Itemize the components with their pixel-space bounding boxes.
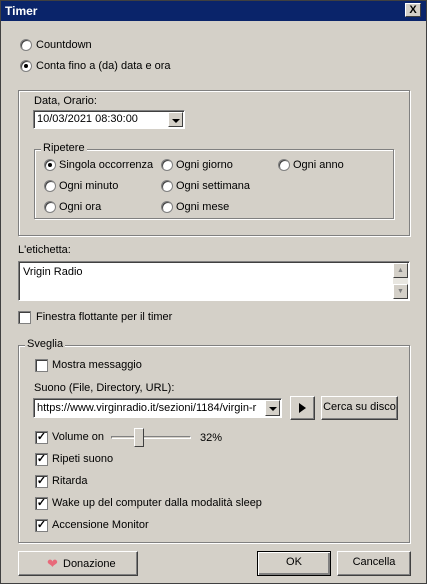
datetime-value: 10/03/2021 08:30:00 — [37, 113, 138, 125]
scroll-up-icon[interactable]: ▲ — [393, 263, 408, 278]
countdown-label: Countdown — [36, 39, 92, 51]
show-message-checkbox[interactable] — [35, 359, 48, 372]
count-to-date-label: Conta fino a (da) data e ora — [36, 60, 171, 72]
play-button[interactable] — [290, 396, 315, 420]
repeat-once-label: Singola occorrenza — [59, 159, 154, 171]
count-to-date-radio[interactable] — [20, 60, 32, 72]
label-scrollbar[interactable]: ▲ ▼ — [393, 263, 408, 299]
repeat-monthly-label: Ogni mese — [176, 201, 230, 213]
volume-value: 32% — [200, 432, 223, 444]
repeat-weekly-radio[interactable] — [161, 180, 173, 192]
repeat-hourly-label: Ogni ora — [59, 201, 102, 213]
monitor-label: Accensione Monitor — [52, 519, 149, 531]
wake-up-label: Wake up del computer dalla modalità slee… — [52, 497, 262, 509]
delay-checkbox[interactable]: ✓ — [35, 475, 48, 488]
label-value: Vrigin Radio — [23, 266, 83, 278]
countdown-radio[interactable] — [20, 39, 32, 51]
browse-disk-button[interactable]: Cerca su disco — [321, 396, 398, 420]
repeat-monthly-radio[interactable] — [161, 201, 173, 213]
repeat-daily-radio[interactable] — [161, 159, 173, 171]
repeat-minute-label: Ogni minuto — [59, 180, 119, 192]
repeat-hourly-radio[interactable] — [44, 201, 56, 213]
wake-up-checkbox[interactable]: ✓ — [35, 497, 48, 510]
repeat-once-radio[interactable] — [44, 159, 56, 171]
datetime-label: Data, Orario: — [34, 95, 97, 107]
close-button[interactable]: X — [405, 3, 421, 17]
scroll-down-icon[interactable]: ▼ — [393, 284, 408, 299]
sound-value: https://www.virginradio.it/sezioni/1184/… — [37, 402, 257, 414]
repeat-daily-label: Ogni giorno — [176, 159, 233, 171]
title-bar: Timer X — [1, 1, 426, 21]
label-title: L'etichetta: — [18, 244, 71, 256]
cancel-button[interactable]: Cancella — [337, 551, 411, 576]
floating-window-label: Finestra flottante per il timer — [36, 311, 173, 323]
heart-icon: ❤ — [47, 556, 58, 571]
donate-button[interactable]: ❤ Donazione — [18, 551, 138, 576]
volume-label: Volume on — [52, 431, 104, 443]
show-message-label: Mostra messaggio — [52, 359, 142, 371]
label-textarea[interactable]: Vrigin Radio ▲ ▼ — [18, 261, 410, 301]
floating-window-checkbox[interactable] — [18, 311, 31, 324]
alarm-group — [18, 345, 410, 543]
delay-label: Ritarda — [52, 475, 88, 487]
alarm-group-title: Sveglia — [25, 338, 66, 350]
timer-dialog: Timer X Countdown Conta fino a (da) data… — [0, 0, 427, 584]
ok-button[interactable]: OK — [257, 551, 331, 576]
window-title: Timer — [5, 4, 38, 18]
datetime-dropdown[interactable]: 10/03/2021 08:30:00 — [33, 110, 185, 129]
sound-label: Suono (File, Directory, URL): — [34, 382, 175, 394]
play-icon — [299, 403, 306, 413]
sound-dropdown[interactable]: https://www.virginradio.it/sezioni/1184/… — [33, 398, 282, 418]
repeat-yearly-label: Ogni anno — [293, 159, 344, 171]
volume-checkbox[interactable]: ✓ — [35, 431, 48, 444]
chevron-down-icon[interactable] — [168, 112, 183, 127]
repeat-weekly-label: Ogni settimana — [176, 180, 250, 192]
repeat-sound-label: Ripeti suono — [52, 453, 114, 465]
volume-slider-thumb[interactable] — [134, 428, 144, 447]
volume-slider-track[interactable] — [111, 436, 191, 439]
repeat-yearly-radio[interactable] — [278, 159, 290, 171]
repeat-sound-checkbox[interactable]: ✓ — [35, 453, 48, 466]
repeat-minute-radio[interactable] — [44, 180, 56, 192]
monitor-checkbox[interactable]: ✓ — [35, 519, 48, 532]
donate-label: Donazione — [63, 558, 116, 570]
chevron-down-icon[interactable] — [265, 400, 280, 416]
repeat-group-title: Ripetere — [41, 142, 87, 154]
